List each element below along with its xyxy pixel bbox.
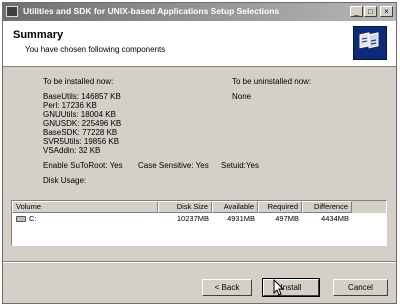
close-icon: × bbox=[384, 7, 389, 16]
option-case-sensitive: Case Sensitive: Yes bbox=[138, 161, 209, 170]
uninstall-value: None bbox=[232, 92, 252, 101]
uninstall-heading: To be uninstalled now: bbox=[232, 77, 312, 86]
table-row[interactable]: C: 10237MB 4931MB 497MB 4434MB bbox=[12, 214, 386, 224]
install-item: SVR5Utils: 19856 KB bbox=[43, 137, 120, 146]
install-item: VSAddin: 32 KB bbox=[43, 146, 101, 155]
setup-logo-icon bbox=[353, 26, 387, 60]
install-item: Perl: 17236 KB bbox=[43, 101, 97, 110]
back-button[interactable]: < Back bbox=[202, 279, 252, 296]
setup-window: Utilities and SDK for UNIX-based Applica… bbox=[2, 2, 397, 304]
minimize-button[interactable]: _ bbox=[350, 6, 363, 17]
table-header: Volume Disk Size Available Required Diff… bbox=[12, 201, 386, 213]
option-suto-root: Enable SuToRoot: Yes bbox=[43, 161, 123, 170]
install-item: BaseUtils: 146857 KB bbox=[43, 92, 121, 101]
window-title: Utilities and SDK for UNIX-based Applica… bbox=[23, 6, 280, 16]
cell-available: 4931MB bbox=[227, 214, 255, 223]
maximize-button[interactable]: □ bbox=[364, 6, 377, 17]
close-button[interactable]: × bbox=[380, 6, 393, 17]
option-setuid: Setuid:Yes bbox=[221, 161, 259, 170]
maximize-icon: □ bbox=[368, 7, 373, 16]
cell-volume: C: bbox=[29, 214, 37, 223]
install-item: GNUUtils: 18004 KB bbox=[43, 110, 116, 119]
column-available[interactable]: Available bbox=[212, 201, 258, 213]
header-panel: Summary You have chosen following compon… bbox=[3, 21, 396, 67]
mouse-cursor-icon bbox=[273, 279, 285, 296]
disk-usage-label: Disk Usage: bbox=[43, 176, 87, 185]
cell-required: 497MB bbox=[275, 214, 299, 223]
cancel-button[interactable]: Cancel bbox=[333, 279, 388, 296]
install-item: GNUSDK: 225496 KB bbox=[43, 119, 122, 128]
install-heading: To be installed now: bbox=[43, 77, 114, 86]
column-difference[interactable]: Difference bbox=[302, 201, 352, 213]
drive-icon bbox=[16, 216, 26, 222]
page-title: Summary bbox=[13, 29, 64, 41]
title-bar[interactable]: Utilities and SDK for UNIX-based Applica… bbox=[3, 3, 396, 21]
install-button[interactable]: Install bbox=[262, 278, 320, 297]
app-icon bbox=[6, 6, 18, 17]
column-disk-size[interactable]: Disk Size bbox=[158, 201, 212, 213]
cell-difference: 4434MB bbox=[321, 214, 349, 223]
page-subtitle: You have chosen following components bbox=[25, 45, 166, 54]
column-volume[interactable]: Volume bbox=[12, 201, 158, 213]
button-separator bbox=[3, 261, 396, 263]
install-item: BaseSDK: 77228 KB bbox=[43, 128, 118, 137]
column-required[interactable]: Required bbox=[258, 201, 302, 213]
minimize-icon: _ bbox=[354, 7, 359, 16]
disk-usage-table[interactable]: Volume Disk Size Available Required Diff… bbox=[11, 200, 387, 246]
cell-disk-size: 10237MB bbox=[176, 214, 209, 223]
